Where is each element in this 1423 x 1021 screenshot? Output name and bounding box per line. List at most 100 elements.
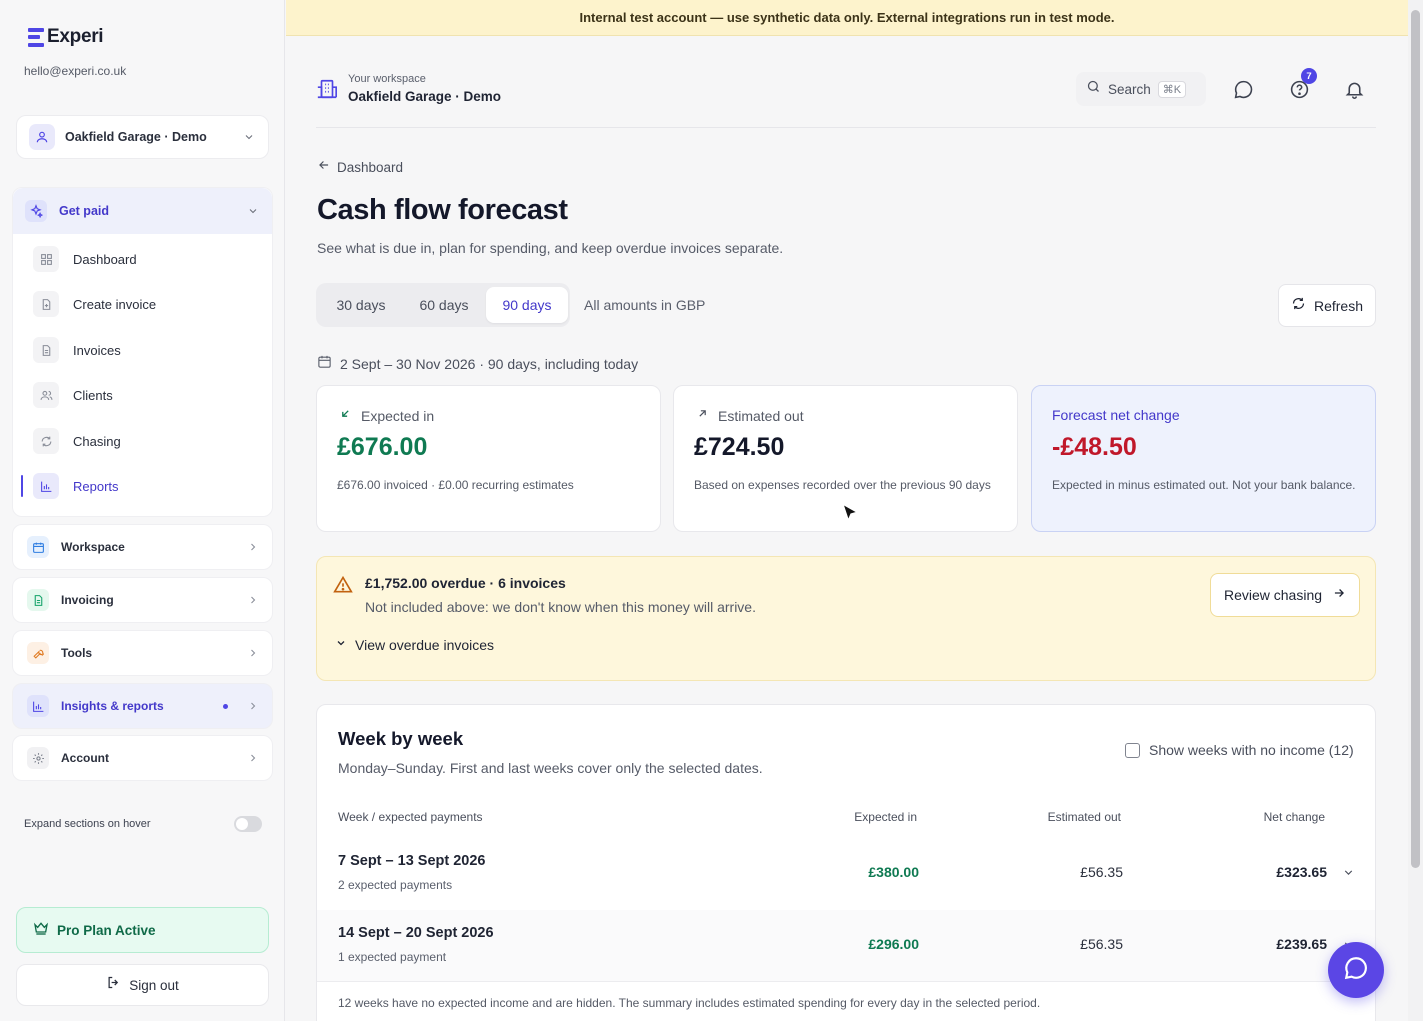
calendar-icon — [317, 354, 332, 374]
arrow-right-icon — [1332, 586, 1346, 605]
sidebar-item-invoices[interactable]: Invoices — [33, 333, 269, 367]
mouse-cursor-icon — [840, 503, 860, 528]
review-chasing-button[interactable]: Review chasing — [1210, 573, 1360, 617]
sidebar-item-label: Dashboard — [73, 251, 137, 267]
top-bar: Your workspace Oakfield Garage · Demo Se… — [316, 66, 1376, 128]
week-by-week-section: Week by week Monday–Sunday. First and la… — [316, 704, 1376, 1021]
estimated-out-label: Estimated out — [718, 408, 804, 424]
table-row[interactable]: 7 Sept – 13 Sept 2026 2 expected payment… — [317, 838, 1375, 910]
bell-icon[interactable] — [1342, 77, 1366, 101]
estimated-out-amount: £724.50 — [694, 433, 785, 461]
nav-group-label: Insights & reports — [61, 699, 164, 713]
chevron-right-icon — [246, 699, 260, 713]
brand-name: Experi — [47, 26, 104, 47]
expand-on-hover-toggle[interactable] — [234, 816, 262, 832]
overdue-alert: £1,752.00 overdue · 6 invoices Not inclu… — [316, 556, 1376, 681]
sidebar-item-reports[interactable]: Reports — [21, 469, 269, 503]
tab-90-days[interactable]: 90 days — [486, 287, 568, 323]
nav-group-get-paid-header[interactable]: Get paid — [13, 188, 272, 234]
help-icon[interactable]: 7 — [1287, 68, 1317, 101]
column-header-estimated-out: Estimated out — [1047, 810, 1121, 824]
forecast-label: Forecast net change — [1052, 407, 1180, 423]
chevron-down-icon[interactable] — [1342, 866, 1355, 884]
workspace-name[interactable]: Oakfield Garage · Demo — [348, 89, 501, 104]
payment-count: 2 expected payments — [338, 878, 453, 892]
active-dot — [223, 703, 228, 709]
payment-count: 1 expected payment — [338, 950, 447, 964]
table-row[interactable]: 14 Sept – 20 Sept 2026 1 expected paymen… — [317, 910, 1375, 982]
nav-group-account[interactable]: Account — [12, 735, 273, 781]
chevron-down-icon — [246, 204, 260, 218]
arrow-left-icon — [317, 158, 331, 177]
sidebar-item-dashboard[interactable]: Dashboard — [33, 242, 269, 276]
sidebar-item-create-invoice[interactable]: Create invoice — [33, 287, 269, 321]
nav-group-get-paid: Get paid Dashboard Create invoice Invoic… — [12, 187, 273, 517]
sidebar-item-chasing[interactable]: Chasing — [33, 424, 269, 458]
sign-out-icon — [106, 975, 121, 995]
nav-group-workspace[interactable]: Workspace — [12, 524, 273, 570]
expand-on-hover-label: Expand sections on hover — [24, 818, 151, 830]
scrollbar-thumb[interactable] — [1411, 10, 1420, 868]
date-range-text: 2 Sept – 30 Nov 2026 · 90 days, includin… — [340, 356, 639, 372]
overdue-description: Not included above: we don't know when t… — [365, 599, 756, 615]
bar-chart-icon — [27, 695, 49, 717]
org-switcher[interactable]: Oakfield Garage · Demo — [16, 115, 269, 159]
date-range: 2 Sept – 30 Nov 2026 · 90 days, includin… — [317, 354, 638, 374]
wrench-icon — [27, 642, 49, 664]
support-chat-button[interactable] — [1328, 942, 1384, 998]
sidebar: Experi hello@experi.co.uk Oakfield Garag… — [0, 0, 285, 1021]
back-to-dashboard-link[interactable]: Dashboard — [317, 158, 403, 177]
page-scrollbar[interactable] — [1408, 0, 1423, 1021]
expected-in-value: £380.00 — [868, 864, 919, 880]
search-label: Search — [1108, 81, 1151, 97]
chevron-right-icon — [246, 593, 260, 607]
refresh-button[interactable]: Refresh — [1278, 284, 1376, 327]
document-icon — [27, 589, 49, 611]
estimated-out-note: Based on expenses recorded over the prev… — [694, 478, 991, 492]
banner-text: Internal test account — use synthetic da… — [579, 10, 1115, 25]
tab-60-days[interactable]: 60 days — [403, 287, 485, 323]
chat-icon[interactable] — [1231, 77, 1255, 101]
tab-30-days[interactable]: 30 days — [320, 287, 402, 323]
workspace-label: Your workspace — [348, 73, 426, 85]
sidebar-item-label: Invoices — [73, 342, 121, 358]
nav-group-label: Invoicing — [61, 593, 114, 607]
nav-group-label: Get paid — [59, 204, 110, 218]
estimated-out-value: £56.35 — [1080, 936, 1123, 952]
building-icon — [316, 78, 338, 100]
forecast-net-change-card: Forecast net change -£48.50 Expected in … — [1031, 385, 1376, 532]
org-name: Oakfield Garage · Demo — [65, 130, 207, 144]
sidebar-item-label: Create invoice — [73, 296, 157, 312]
chevron-down-icon — [242, 130, 256, 144]
brand-logo[interactable]: Experi — [28, 26, 104, 48]
sign-out-label: Sign out — [129, 977, 179, 993]
nav-group-tools[interactable]: Tools — [12, 630, 273, 676]
range-tabs: 30 days 60 days 90 days — [316, 283, 570, 327]
week-by-week-title: Week by week — [338, 728, 464, 749]
view-overdue-invoices-toggle[interactable]: View overdue invoices — [335, 636, 494, 654]
bar-chart-icon — [33, 473, 59, 499]
search-button[interactable]: Search ⌘K — [1076, 72, 1206, 106]
back-label: Dashboard — [337, 160, 404, 175]
document-icon — [33, 337, 59, 363]
sidebar-item-clients[interactable]: Clients — [33, 378, 269, 412]
sign-out-button[interactable]: Sign out — [16, 964, 269, 1006]
show-empty-weeks-checkbox[interactable]: Show weeks with no income (12) — [1125, 742, 1354, 758]
page-title: Cash flow forecast — [317, 194, 568, 226]
sidebar-item-label: Reports — [73, 478, 119, 494]
chat-bubble-icon — [1343, 955, 1369, 986]
forecast-note: Expected in minus estimated out. Not you… — [1052, 478, 1356, 492]
column-header-week: Week / expected payments — [338, 810, 483, 824]
nav-group-invoicing[interactable]: Invoicing — [12, 577, 273, 623]
show-empty-weeks-label: Show weeks with no income (12) — [1149, 742, 1354, 758]
expand-on-hover-setting: Expand sections on hover — [24, 816, 262, 832]
pro-plan-badge[interactable]: Pro Plan Active — [16, 907, 269, 953]
nav-group-label: Account — [61, 751, 109, 765]
nav-group-insights-reports[interactable]: Insights & reports — [12, 683, 273, 729]
column-header-net-change: Net change — [1263, 810, 1325, 824]
main-content: Your workspace Oakfield Garage · Demo Se… — [286, 36, 1408, 1021]
week-range: 7 Sept – 13 Sept 2026 — [338, 853, 486, 869]
sidebar-item-label: Chasing — [73, 433, 121, 449]
checkbox[interactable] — [1125, 742, 1140, 758]
chevron-right-icon — [246, 540, 260, 554]
